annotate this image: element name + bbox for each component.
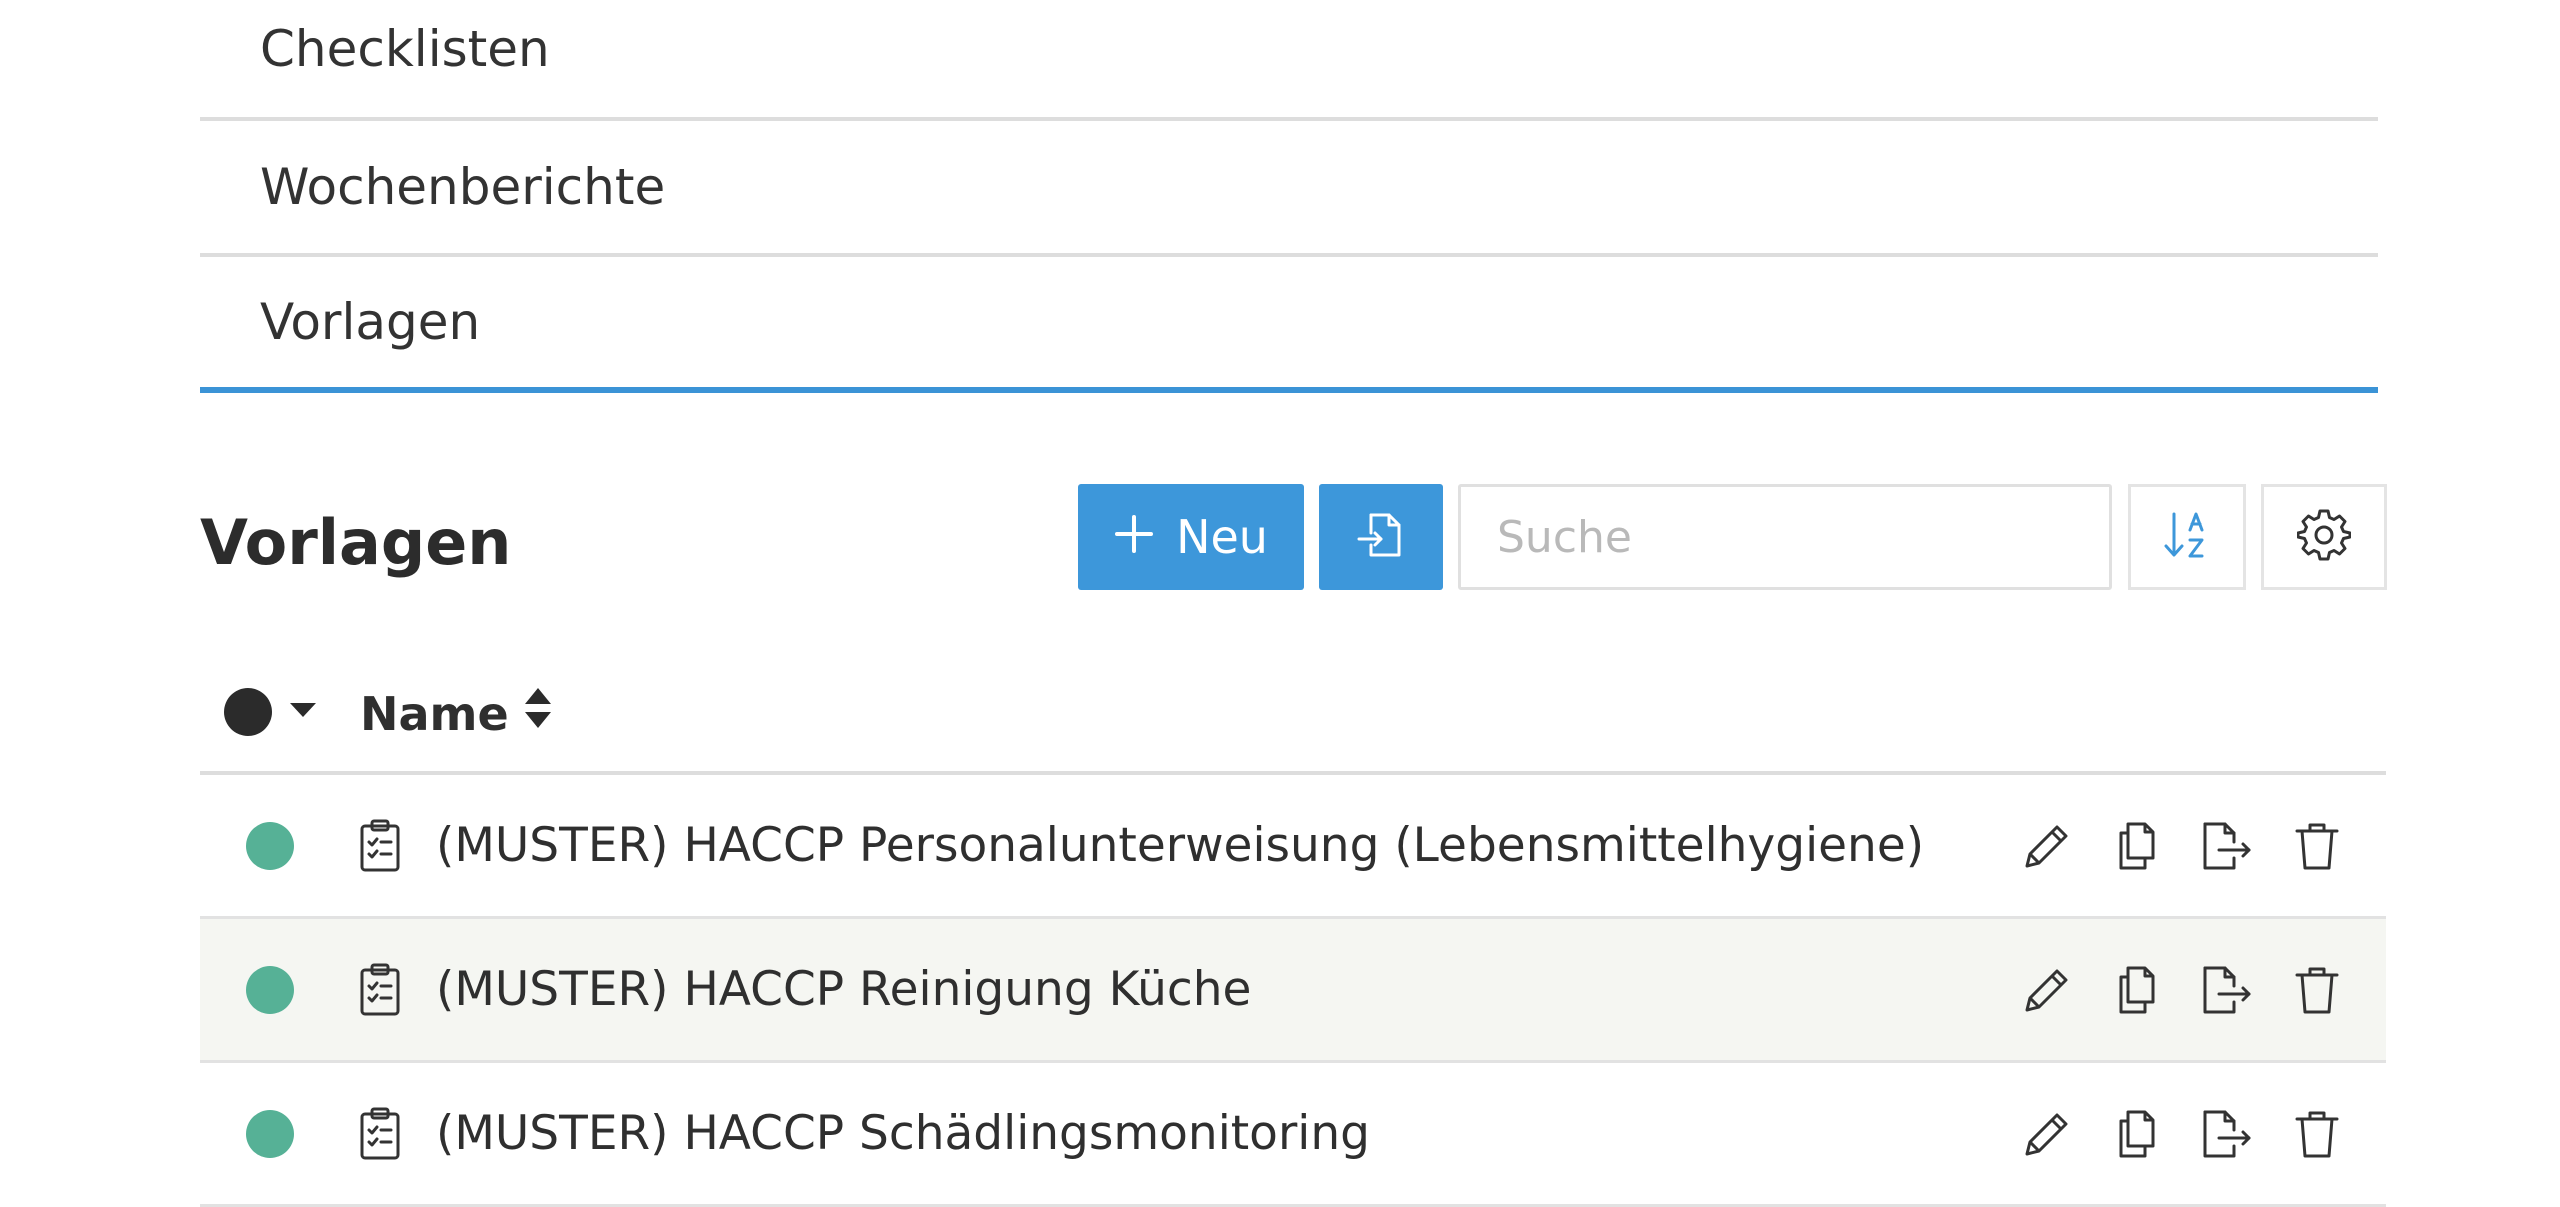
trash-icon[interactable] [2288,1105,2346,1163]
clipboard-checklist-icon [356,962,404,1018]
import-button[interactable] [1319,484,1443,590]
sort-alpha-icon [2160,508,2214,566]
tab-label: Checklisten [260,20,550,78]
sort-az-button[interactable] [2128,484,2246,590]
trash-icon[interactable] [2288,817,2346,875]
status-dot-icon [224,688,272,736]
tab-vorlagen[interactable]: Vorlagen [200,257,2378,393]
status-dot [246,821,294,870]
file-export-icon[interactable] [2198,1105,2256,1163]
tab-label: Wochenberichte [260,158,666,216]
clipboard-checklist-icon [356,818,404,874]
tab-checklisten[interactable]: Checklisten [200,0,2378,121]
name-column-header[interactable]: Name [360,686,553,741]
status-dot [246,1109,294,1158]
sort-icon [523,686,553,741]
table-row: (MUSTER) HACCP Personalunterweisung (Leb… [200,775,2386,919]
pencil-icon[interactable] [2018,961,2076,1019]
pencil-icon[interactable] [2018,817,2076,875]
clipboard-checklist-icon [356,1106,404,1162]
name-header-label: Name [360,686,509,741]
template-name-link[interactable]: (MUSTER) HACCP Personalunterweisung (Leb… [436,818,1924,873]
new-button[interactable]: Neu [1078,484,1304,590]
copy-icon[interactable] [2108,1105,2166,1163]
copy-icon[interactable] [2108,961,2166,1019]
template-name-link[interactable]: (MUSTER) HACCP Reinigung Küche [436,962,1251,1017]
settings-button[interactable] [2261,484,2387,590]
template-name-link[interactable]: (MUSTER) HACCP Schädlingsmonitoring [436,1106,1370,1161]
row-actions [2018,1105,2346,1163]
tab-wochenberichte[interactable]: Wochenberichte [200,121,2378,257]
gear-icon [2296,508,2352,566]
row-actions [2018,961,2346,1019]
plus-icon [1114,504,1154,564]
new-button-label: Neu [1176,510,1268,564]
row-actions [2018,817,2346,875]
table-row: (MUSTER) HACCP Reinigung Küche [200,919,2386,1063]
status-dot [246,965,294,1014]
file-export-icon[interactable] [2198,961,2256,1019]
search-input[interactable] [1458,484,2112,590]
pencil-icon[interactable] [2018,1105,2076,1163]
page-title: Vorlagen [200,506,512,579]
file-export-icon[interactable] [2198,817,2256,875]
trash-icon[interactable] [2288,961,2346,1019]
tab-label: Vorlagen [260,293,481,351]
status-filter-dropdown[interactable] [224,688,318,736]
caret-down-icon [288,700,318,724]
copy-icon[interactable] [2108,817,2166,875]
tab-list: Checklisten Wochenberichte Vorlagen [200,0,2378,393]
table-header: Name [200,660,2386,775]
table-row: (MUSTER) HACCP Schädlingsmonitoring [200,1063,2386,1207]
file-import-icon [1353,507,1409,567]
